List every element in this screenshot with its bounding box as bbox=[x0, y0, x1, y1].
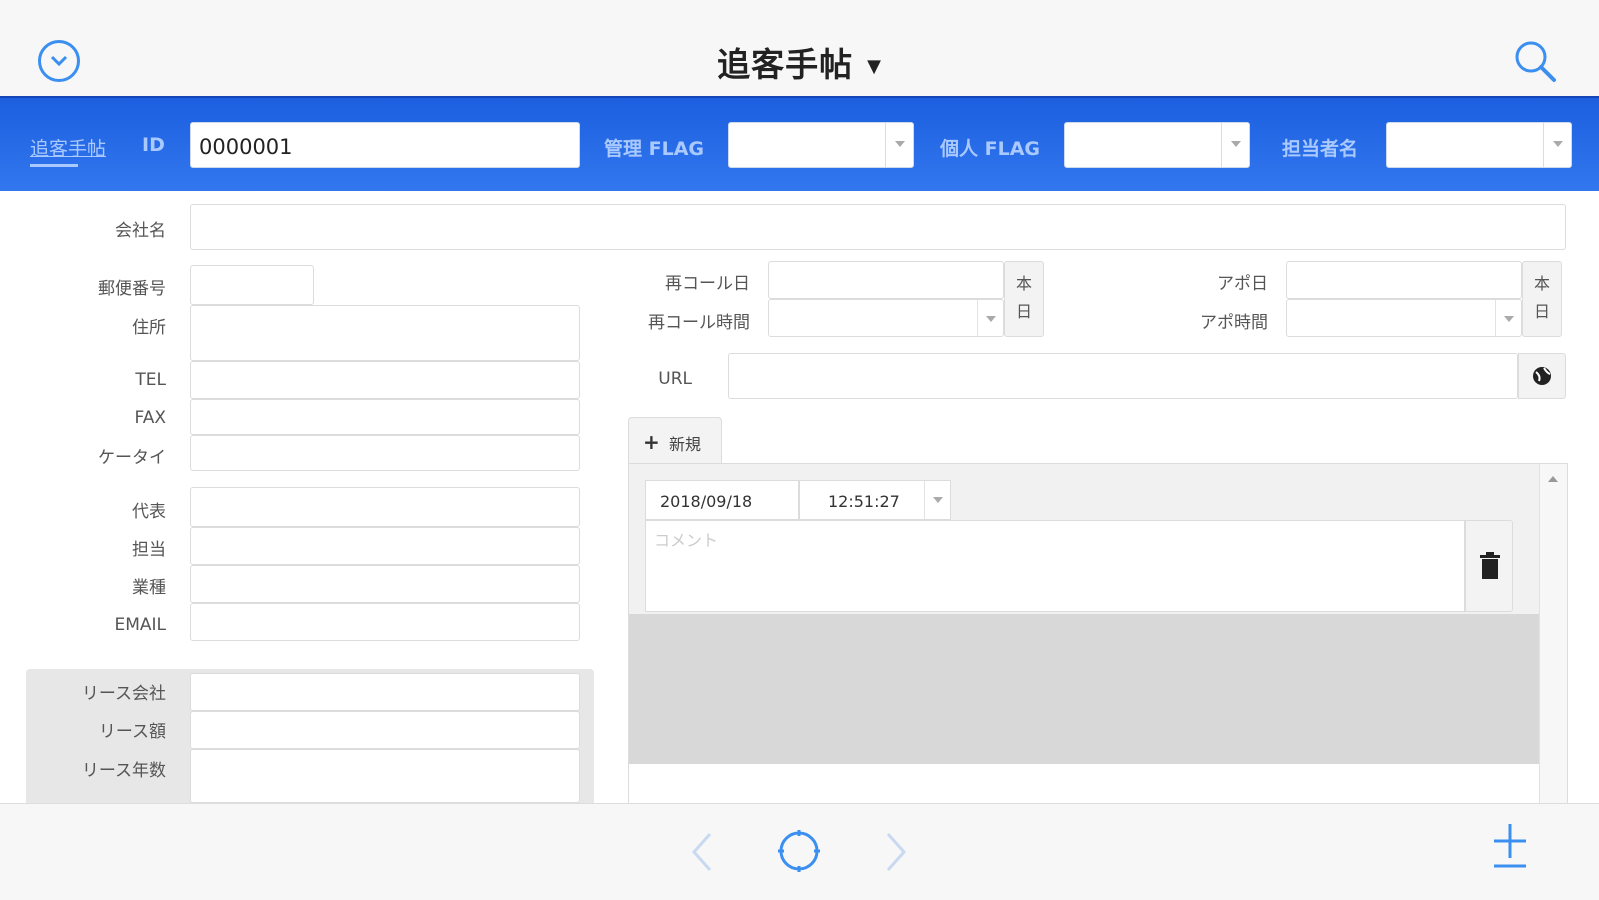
mobile-label: ケータイ bbox=[98, 448, 166, 468]
lease-years-label: リース年数 bbox=[81, 761, 166, 781]
app-title-text: 追客手帖 bbox=[717, 45, 854, 84]
caret-down-icon: ▼ bbox=[867, 56, 882, 77]
person-input[interactable] bbox=[190, 527, 580, 565]
kojin-flag-select[interactable] bbox=[1064, 122, 1250, 168]
form-body: 会社名 郵便番号 住所 TEL FAX ケータイ 代表 担当 業種 EMAIL … bbox=[0, 191, 1599, 803]
kojin-flag-label: 個人 FLAG bbox=[940, 138, 1041, 160]
today-char-2: 日 bbox=[1015, 302, 1032, 321]
company-label: 会社名 bbox=[115, 221, 166, 241]
top-bar: 追客手帖 ▼ bbox=[0, 0, 1599, 96]
new-entry-tab[interactable]: + 新規 bbox=[628, 417, 722, 463]
trash-icon[interactable] bbox=[1465, 520, 1513, 612]
log-list: 2018/09/18 12:51:27 コメント bbox=[628, 463, 1568, 803]
industry-label: 業種 bbox=[132, 578, 166, 598]
tantousha-select[interactable] bbox=[1386, 122, 1572, 168]
bottom-toolbar bbox=[0, 803, 1599, 900]
lease-years-input[interactable] bbox=[190, 749, 580, 803]
globe-icon[interactable] bbox=[1518, 353, 1566, 399]
lease-amount-input[interactable] bbox=[190, 711, 580, 749]
empty-log-area bbox=[629, 614, 1540, 764]
tel-label: TEL bbox=[135, 370, 166, 390]
entry-time-select[interactable]: 12:51:27 bbox=[799, 480, 951, 520]
id-value: 0000001 bbox=[199, 135, 293, 159]
new-entry-label: 新規 bbox=[669, 435, 702, 454]
url-input[interactable] bbox=[728, 353, 1518, 399]
lease-company-input[interactable] bbox=[190, 673, 580, 711]
chevron-left-icon[interactable] bbox=[688, 830, 718, 878]
plus-icon[interactable] bbox=[1490, 820, 1530, 876]
dropdown-icon bbox=[1543, 123, 1571, 167]
rep-input[interactable] bbox=[190, 487, 580, 527]
address-label: 住所 bbox=[132, 318, 166, 338]
lease-amount-label: リース額 bbox=[98, 722, 166, 742]
today-char-1: 本 bbox=[1533, 274, 1550, 293]
comment-placeholder: コメント bbox=[654, 531, 719, 550]
tel-input[interactable] bbox=[190, 361, 580, 399]
fax-label: FAX bbox=[134, 408, 167, 428]
today-char-1: 本 bbox=[1015, 274, 1032, 293]
zip-label: 郵便番号 bbox=[98, 279, 166, 299]
chevron-right-icon[interactable] bbox=[880, 830, 910, 878]
scrollbar[interactable] bbox=[1539, 464, 1567, 803]
recall-time-label: 再コール時間 bbox=[648, 313, 750, 333]
app-title[interactable]: 追客手帖 ▼ bbox=[0, 38, 1599, 86]
mobile-input[interactable] bbox=[190, 435, 580, 471]
kanri-flag-select[interactable] bbox=[728, 122, 914, 168]
log-footer bbox=[629, 764, 1540, 803]
person-label: 担当 bbox=[132, 540, 166, 560]
email-label: EMAIL bbox=[114, 615, 166, 635]
email-input[interactable] bbox=[190, 603, 580, 641]
url-label: URL bbox=[658, 369, 692, 389]
company-input[interactable] bbox=[190, 204, 1566, 250]
recall-time-select[interactable] bbox=[768, 299, 1004, 337]
id-field[interactable]: 0000001 bbox=[190, 122, 580, 168]
appo-time-select[interactable] bbox=[1286, 299, 1522, 337]
lease-company-label: リース会社 bbox=[81, 684, 166, 704]
appo-date-input[interactable] bbox=[1286, 261, 1522, 299]
entry-date[interactable]: 2018/09/18 bbox=[645, 480, 799, 520]
recall-date-input[interactable] bbox=[768, 261, 1004, 299]
plus-icon: + bbox=[643, 430, 660, 454]
entry-time-value: 12:51:27 bbox=[828, 492, 900, 511]
dropdown-icon bbox=[885, 123, 913, 167]
recall-today-button[interactable]: 本 日 bbox=[1004, 261, 1044, 337]
fax-input[interactable] bbox=[190, 399, 580, 435]
record-header: 追客手帖 ID 0000001 管理 FLAG 個人 FLAG 担当者名 bbox=[0, 96, 1599, 191]
rep-label: 代表 bbox=[132, 502, 166, 522]
today-char-2: 日 bbox=[1533, 302, 1550, 321]
dropdown-icon bbox=[924, 481, 950, 519]
search-icon[interactable] bbox=[1512, 38, 1558, 84]
address-input[interactable] bbox=[190, 305, 580, 361]
tab-tsuikyaku-techo[interactable]: 追客手帖 bbox=[30, 134, 106, 167]
dropdown-icon bbox=[977, 300, 1003, 336]
id-label: ID bbox=[142, 134, 165, 156]
tantousha-label: 担当者名 bbox=[1282, 138, 1359, 160]
comment-input[interactable]: コメント bbox=[645, 520, 1465, 612]
appo-date-label: アポ日 bbox=[1217, 274, 1268, 294]
zip-input[interactable] bbox=[190, 265, 314, 305]
kanri-flag-label: 管理 FLAG bbox=[604, 138, 705, 160]
appo-today-button[interactable]: 本 日 bbox=[1522, 261, 1562, 337]
dropdown-icon bbox=[1495, 300, 1521, 336]
dropdown-icon bbox=[1221, 123, 1249, 167]
recall-date-label: 再コール日 bbox=[665, 274, 750, 294]
circle-icon[interactable] bbox=[776, 828, 822, 878]
industry-input[interactable] bbox=[190, 565, 580, 603]
appo-time-label: アポ時間 bbox=[1200, 313, 1268, 333]
